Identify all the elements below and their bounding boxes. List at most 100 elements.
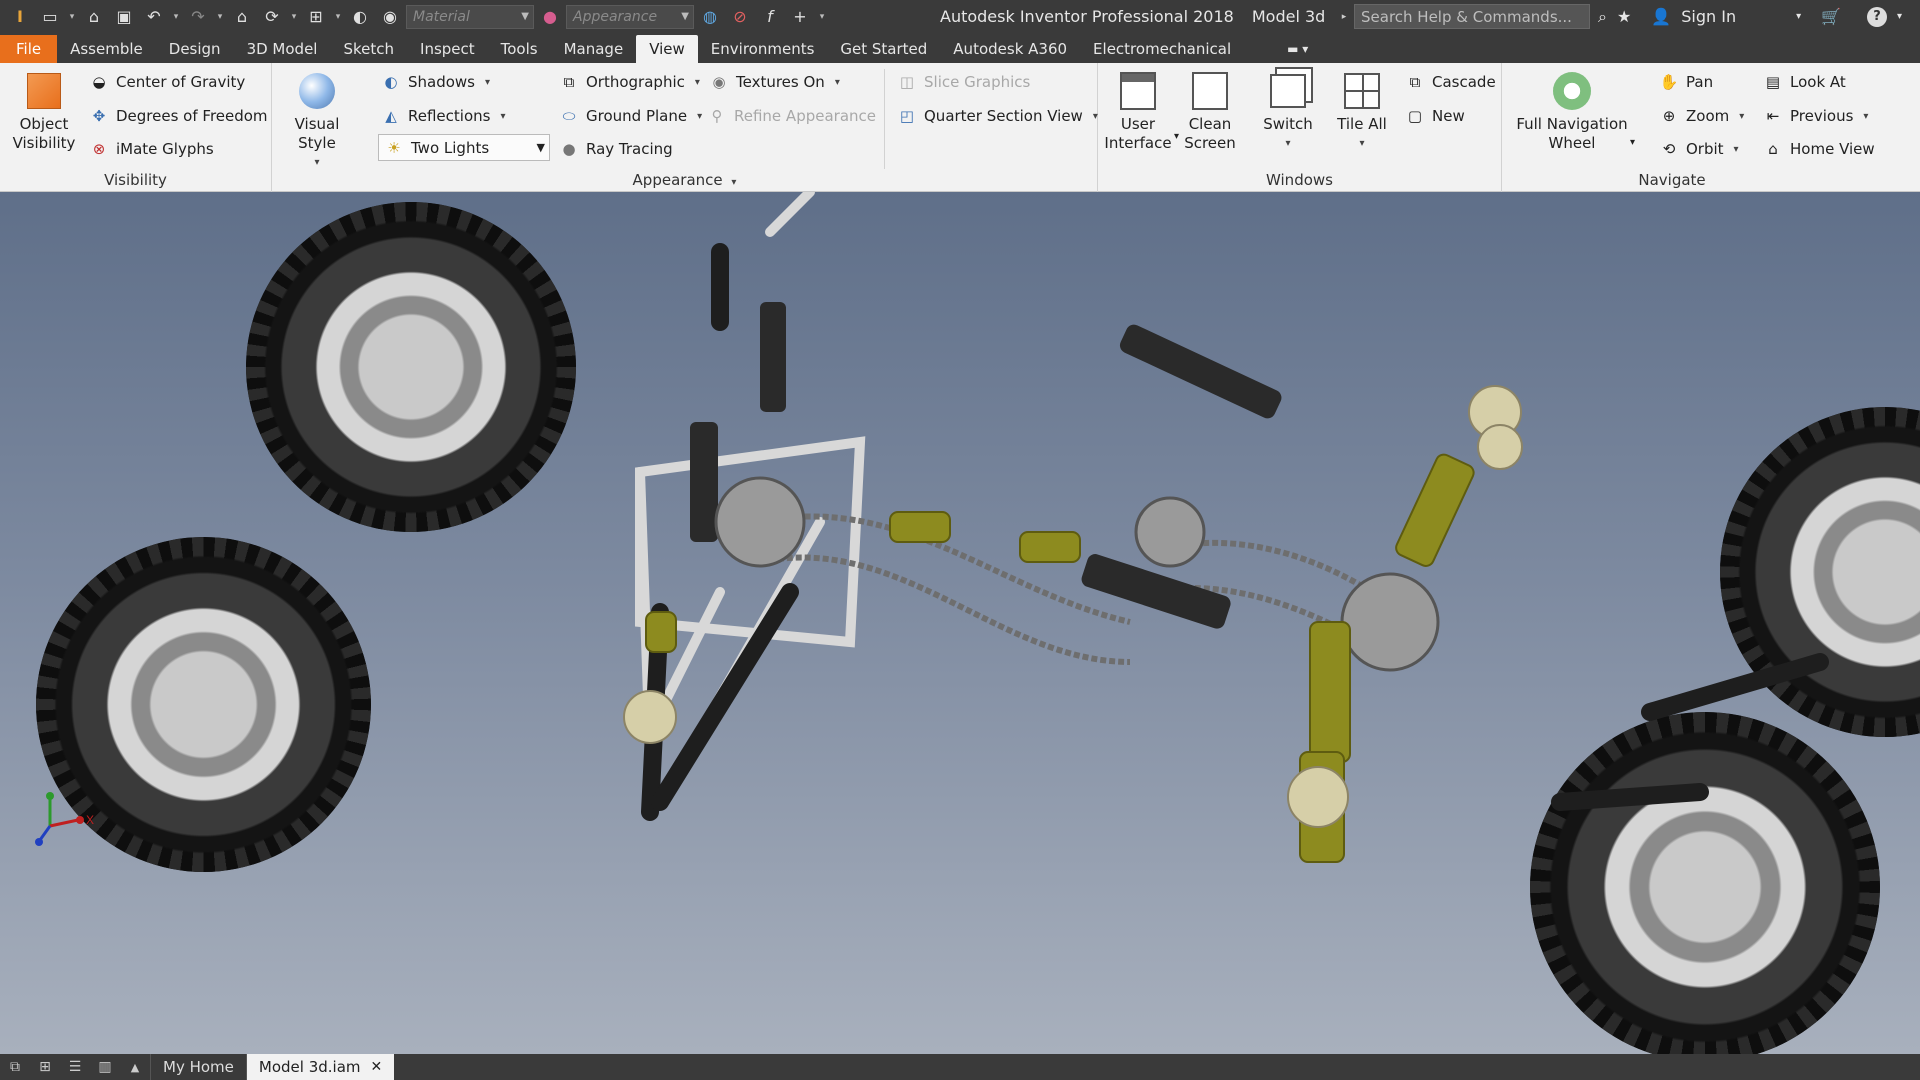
appearance-panel-label[interactable]: Appearance ▾ xyxy=(272,171,1097,189)
navigation-wheel-dropdown-icon[interactable]: ▾ xyxy=(1630,137,1635,148)
help-dropdown-icon[interactable]: ▾ xyxy=(1897,11,1902,22)
center-of-gravity-button[interactable]: ◒ Center of Gravity xyxy=(88,69,245,95)
appearance-select[interactable]: Appearance ▼ xyxy=(566,4,694,29)
add-icon[interactable]: + xyxy=(786,4,814,30)
textures-dropdown-icon[interactable]: ▾ xyxy=(835,77,840,88)
orthographic-button[interactable]: ⧉ Orthographic ▾ xyxy=(558,69,700,95)
tab-assemble[interactable]: Assemble xyxy=(57,35,156,63)
clean-screen-button[interactable]: Clean Screen xyxy=(1178,71,1242,153)
sign-in-link[interactable]: Sign In xyxy=(1681,7,1736,26)
update-icon[interactable]: ⟳ xyxy=(258,4,286,30)
switch-dropdown-icon[interactable]: ▾ xyxy=(1285,134,1290,153)
cart-icon[interactable]: 🛒 xyxy=(1821,7,1841,26)
select-icon[interactable]: ⊞ xyxy=(302,4,330,30)
tab-get-started[interactable]: Get Started xyxy=(827,35,940,63)
parameters-fx-icon[interactable]: f xyxy=(756,4,784,30)
degrees-of-freedom-button[interactable]: ✥ Degrees of Freedom xyxy=(88,103,268,129)
tile-all-button[interactable]: Tile All ▾ xyxy=(1330,71,1394,153)
search-input[interactable]: Search Help & Commands... xyxy=(1354,4,1590,29)
update-dropdown-icon[interactable]: ▾ xyxy=(288,4,300,30)
appearance-panel: Visual Style ▾ ◐ Shadows ▾ ◭ Reflections… xyxy=(272,63,1098,192)
full-navigation-wheel-label: Full Navigation Wheel xyxy=(1516,115,1628,152)
slice-graphics-button[interactable]: ◫ Slice Graphics xyxy=(896,69,1030,95)
customize-dropdown-icon[interactable]: ▾ xyxy=(816,4,828,30)
clear-appearance-icon[interactable]: ⊘ xyxy=(726,4,754,30)
ray-tracing-button[interactable]: ● Ray Tracing xyxy=(558,136,673,162)
previous-view-button[interactable]: ⇤ Previous ▾ xyxy=(1762,103,1869,129)
tab-model-3d-iam[interactable]: Model 3d.iam ✕ xyxy=(245,1054,395,1080)
binoculars-icon[interactable]: ⌕ xyxy=(1598,7,1607,27)
open-folder-icon[interactable]: ⌂ xyxy=(80,4,108,30)
save-icon[interactable]: ▣ xyxy=(110,4,138,30)
full-navigation-wheel-button[interactable]: Full Navigation Wheel xyxy=(1516,71,1628,153)
home-view-button[interactable]: ⌂ Home View xyxy=(1762,136,1874,162)
home-icon[interactable]: ⌂ xyxy=(228,4,256,30)
globe-icon[interactable]: ◉ xyxy=(376,4,404,30)
reflections-button[interactable]: ◭ Reflections ▾ xyxy=(380,103,505,129)
new-dropdown-icon[interactable]: ▾ xyxy=(66,4,78,30)
tab-my-home[interactable]: My Home xyxy=(150,1054,246,1080)
grid-layout-icon[interactable]: ⊞ xyxy=(30,1054,60,1080)
lighting-style-select[interactable]: ☀ Two Lights ▼ xyxy=(378,134,550,161)
zoom-button[interactable]: ⊕ Zoom ▾ xyxy=(1658,103,1745,129)
undo-icon[interactable]: ↶ xyxy=(140,4,168,30)
user-interface-button[interactable]: User Interface xyxy=(1104,71,1172,153)
tab-file[interactable]: File xyxy=(0,35,58,63)
app-logo-icon[interactable]: I xyxy=(6,4,34,30)
material-select[interactable]: Material ▼ xyxy=(406,4,534,29)
tab-view[interactable]: View xyxy=(636,35,698,63)
close-icon[interactable]: ✕ xyxy=(371,1059,383,1075)
tab-electromechanical[interactable]: Electromechanical xyxy=(1080,35,1244,63)
orbit-button[interactable]: ⟲ Orbit ▾ xyxy=(1658,136,1739,162)
visual-style-button[interactable]: Visual Style ▾ xyxy=(282,71,352,172)
window-tile-icon[interactable]: ⧉ xyxy=(0,1054,30,1080)
redo-dropdown-icon[interactable]: ▾ xyxy=(214,4,226,30)
ground-plane-dropdown-icon[interactable]: ▾ xyxy=(697,111,702,122)
refine-appearance-button[interactable]: ⚲ Refine Appearance xyxy=(706,103,877,129)
ray-tracing-label: Ray Tracing xyxy=(586,140,673,158)
tab-3d-model[interactable]: 3D Model xyxy=(234,35,331,63)
tab-environments[interactable]: Environments xyxy=(698,35,828,63)
tab-tools[interactable]: Tools xyxy=(488,35,551,63)
favorites-star-icon[interactable]: ★ xyxy=(1617,7,1631,26)
object-visibility-button[interactable]: Object Visibility xyxy=(10,71,78,153)
appearance-panel-expand-icon[interactable]: ▾ xyxy=(731,177,736,188)
select-dropdown-icon[interactable]: ▾ xyxy=(332,4,344,30)
adjust-appearance-icon[interactable]: ◍ xyxy=(696,4,724,30)
imate-glyphs-button[interactable]: ⊗ iMate Glyphs xyxy=(88,136,214,162)
orthographic-dropdown-icon[interactable]: ▾ xyxy=(695,77,700,88)
ribbon-options-icon[interactable]: ▬ ▾ xyxy=(1274,35,1321,63)
new-file-icon[interactable]: ▭ xyxy=(36,4,64,30)
redo-icon[interactable]: ↷ xyxy=(184,4,212,30)
ground-plane-button[interactable]: ⬭ Ground Plane ▾ xyxy=(558,103,703,129)
undo-dropdown-icon[interactable]: ▾ xyxy=(170,4,182,30)
tile-all-dropdown-icon[interactable]: ▾ xyxy=(1359,134,1364,153)
look-at-button[interactable]: ▤ Look At xyxy=(1762,69,1846,95)
graphics-viewport[interactable]: X xyxy=(0,192,1920,1054)
tab-inspect[interactable]: Inspect xyxy=(407,35,488,63)
tab-sketch[interactable]: Sketch xyxy=(330,35,407,63)
title-expand-icon[interactable]: ▸ xyxy=(1338,4,1350,30)
tab-manage[interactable]: Manage xyxy=(551,35,637,63)
zoom-dropdown-icon[interactable]: ▾ xyxy=(1739,111,1744,122)
switch-button[interactable]: Switch ▾ xyxy=(1256,71,1320,153)
new-window-button[interactable]: ▢ New xyxy=(1404,103,1465,129)
shadows-button[interactable]: ◐ Shadows ▾ xyxy=(380,69,490,95)
pan-button[interactable]: ✋ Pan xyxy=(1658,69,1713,95)
horizontal-split-icon[interactable]: ☰ xyxy=(60,1054,90,1080)
previous-dropdown-icon[interactable]: ▾ xyxy=(1863,111,1868,122)
collapse-up-icon[interactable]: ▲ xyxy=(120,1054,150,1080)
sign-in-dropdown-icon[interactable]: ▾ xyxy=(1796,11,1801,22)
help-icon[interactable]: ? xyxy=(1867,6,1888,27)
shadows-dropdown-icon[interactable]: ▾ xyxy=(485,77,490,88)
orbit-dropdown-icon[interactable]: ▾ xyxy=(1734,144,1739,155)
tab-design[interactable]: Design xyxy=(156,35,234,63)
quarter-section-view-button[interactable]: ◰ Quarter Section View ▾ xyxy=(896,103,1098,129)
textures-on-button[interactable]: ◉ Textures On ▾ xyxy=(708,69,840,95)
cascade-button[interactable]: ⧉ Cascade xyxy=(1404,69,1496,95)
vertical-split-icon[interactable]: ▥ xyxy=(90,1054,120,1080)
visual-style-dropdown-icon[interactable]: ▾ xyxy=(314,153,319,172)
reflections-dropdown-icon[interactable]: ▾ xyxy=(500,111,505,122)
tab-autodesk-a360[interactable]: Autodesk A360 xyxy=(940,35,1080,63)
measure-icon[interactable]: ◐ xyxy=(346,4,374,30)
